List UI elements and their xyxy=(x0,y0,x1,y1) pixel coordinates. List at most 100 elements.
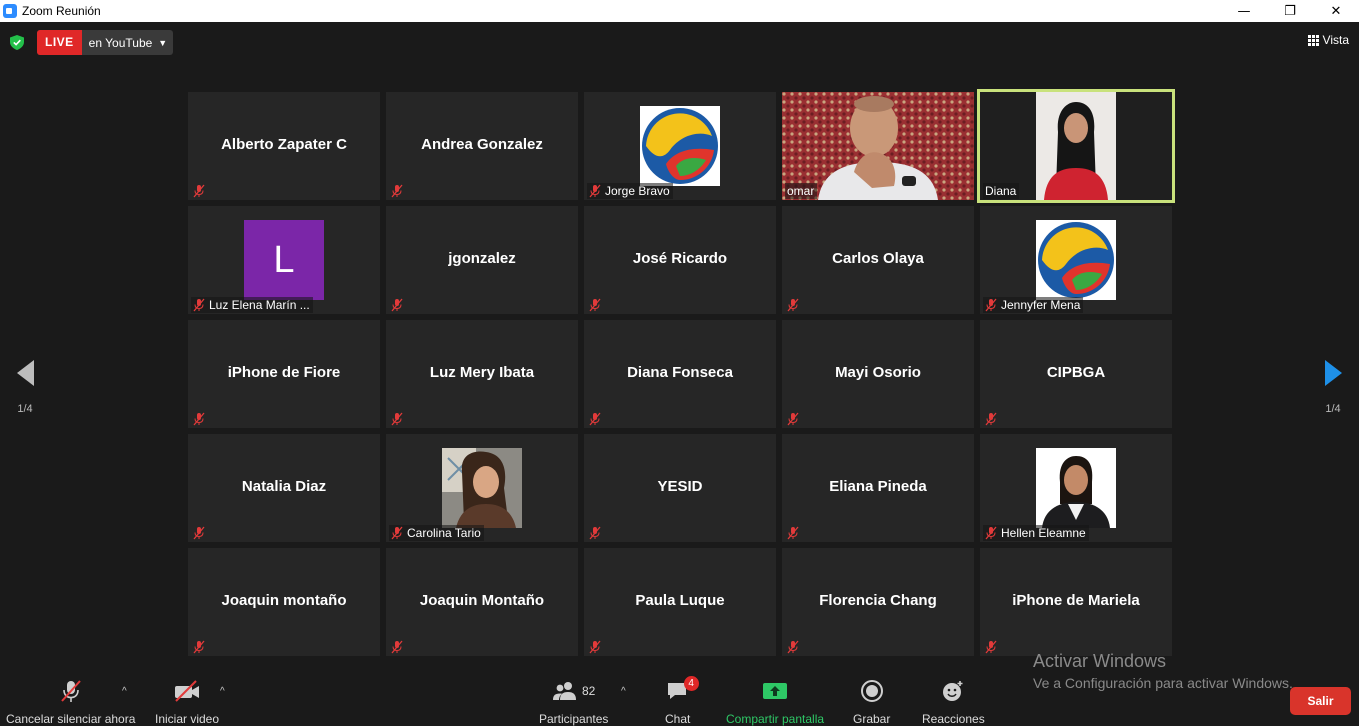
participant-tile[interactable]: YESID xyxy=(584,434,776,542)
mute-button[interactable]: Cancelar silenciar ahora xyxy=(6,678,135,726)
microphone-muted-icon xyxy=(58,678,84,704)
audio-options-caret-icon[interactable]: ^ xyxy=(122,686,127,697)
watermark-subtitle: Ve a Configuración para activar Windows. xyxy=(1033,675,1293,691)
participant-status xyxy=(983,639,1004,655)
participant-tile[interactable]: Joaquin Montaño xyxy=(386,548,578,656)
share-screen-button[interactable]: Compartir pantalla xyxy=(726,678,824,726)
participant-name: iPhone de Fiore xyxy=(227,364,341,381)
participant-status xyxy=(389,183,410,199)
participant-tile[interactable]: Alberto Zapater C xyxy=(188,92,380,200)
participant-tile[interactable]: Florencia Chang xyxy=(782,548,974,656)
microphone-muted-icon xyxy=(985,412,997,426)
microphone-muted-icon xyxy=(391,184,403,198)
participant-tile[interactable]: Joaquin montaño xyxy=(188,548,380,656)
participant-photo xyxy=(442,448,522,528)
participant-tile[interactable]: Diana Fonseca xyxy=(584,320,776,428)
page-indicator-left: 1/4 xyxy=(17,403,33,415)
participants-button[interactable]: 82 Participantes xyxy=(539,678,608,726)
microphone-muted-icon xyxy=(589,412,601,426)
participant-name: Mayi Osorio xyxy=(835,364,921,381)
microphone-muted-icon xyxy=(391,640,403,654)
participant-status xyxy=(587,297,608,313)
start-video-label: Iniciar video xyxy=(155,712,220,726)
microphone-muted-icon xyxy=(787,640,799,654)
microphone-muted-icon xyxy=(589,640,601,654)
participant-tile[interactable]: omar xyxy=(782,92,974,200)
record-label: Grabar xyxy=(853,712,891,726)
participant-tile[interactable]: Mayi Osorio xyxy=(782,320,974,428)
participant-photo xyxy=(1036,448,1116,528)
participant-tile[interactable]: L Luz Elena Marín ... xyxy=(188,206,380,314)
participant-name: YESID xyxy=(657,478,703,495)
participant-label-name: Jennyfer Mena xyxy=(1001,298,1081,312)
participant-tile[interactable]: Hellen Eleamne xyxy=(980,434,1172,542)
leave-meeting-button[interactable]: Salir xyxy=(1290,687,1351,715)
microphone-muted-icon xyxy=(193,640,205,654)
minimize-button[interactable]: — xyxy=(1221,0,1267,22)
windows-activation-watermark: Activar Windows Ve a Configuración para … xyxy=(1033,651,1293,691)
restore-button[interactable]: ❐ xyxy=(1267,0,1313,22)
shield-icon[interactable] xyxy=(10,35,24,50)
window-controls: — ❐ ✕ xyxy=(1221,0,1359,22)
participants-options-caret-icon[interactable]: ^ xyxy=(621,686,626,697)
participant-tile[interactable]: CIPBGA xyxy=(980,320,1172,428)
microphone-muted-icon xyxy=(985,640,997,654)
chat-button[interactable]: 4 Chat xyxy=(665,676,699,726)
participant-status xyxy=(785,411,806,427)
previous-page-button[interactable]: 1/4 xyxy=(10,360,40,415)
view-button[interactable]: Vista xyxy=(1307,33,1349,47)
participant-tile[interactable]: iPhone de Mariela xyxy=(980,548,1172,656)
participant-tile[interactable]: Carolina Tario xyxy=(386,434,578,542)
participant-label: Luz Elena Marín ... xyxy=(191,297,313,313)
participant-tile[interactable]: Luz Mery Ibata xyxy=(386,320,578,428)
participant-tile[interactable]: Jorge Bravo xyxy=(584,92,776,200)
participant-name: Carlos Olaya xyxy=(832,250,924,267)
participant-status xyxy=(587,525,608,541)
participant-status xyxy=(389,639,410,655)
microphone-muted-icon xyxy=(193,298,205,312)
participant-name: Joaquin Montaño xyxy=(419,592,545,609)
participant-status xyxy=(389,411,410,427)
avatar: L xyxy=(244,220,324,300)
record-button[interactable]: Grabar xyxy=(853,678,890,726)
chat-unread-badge: 4 xyxy=(683,676,699,691)
microphone-muted-icon xyxy=(589,526,601,540)
grid-icon xyxy=(1307,34,1319,46)
participant-status xyxy=(389,297,410,313)
participant-tile[interactable]: iPhone de Fiore xyxy=(188,320,380,428)
participant-tile[interactable]: Natalia Diaz xyxy=(188,434,380,542)
participant-tile[interactable]: Jennyfer Mena xyxy=(980,206,1172,314)
microphone-muted-icon xyxy=(193,526,205,540)
participant-tile[interactable]: Carlos Olaya xyxy=(782,206,974,314)
participant-name: Eliana Pineda xyxy=(829,478,927,495)
window-titlebar: Zoom Reunión — ❐ ✕ xyxy=(0,0,1359,22)
next-page-button[interactable]: 1/4 xyxy=(1318,360,1348,415)
participant-label-name: Luz Elena Marín ... xyxy=(209,298,310,312)
participant-tile[interactable]: Diana xyxy=(977,89,1175,203)
participant-label: Hellen Eleamne xyxy=(983,525,1089,541)
participant-tile[interactable]: Andrea Gonzalez xyxy=(386,92,578,200)
reactions-button[interactable]: Reacciones xyxy=(922,678,985,726)
participant-status xyxy=(785,639,806,655)
live-stream-button[interactable]: LIVE en YouTube ▼ xyxy=(37,30,174,55)
microphone-muted-icon xyxy=(391,526,403,540)
arrow-left-icon xyxy=(16,360,34,386)
microphone-muted-icon xyxy=(391,298,403,312)
participant-label: omar xyxy=(785,183,818,199)
participant-name: José Ricardo xyxy=(632,250,728,267)
participant-tile[interactable]: Paula Luque xyxy=(584,548,776,656)
video-options-caret-icon[interactable]: ^ xyxy=(220,686,225,697)
start-video-button[interactable]: Iniciar video xyxy=(155,678,219,726)
participant-name: Alberto Zapater C xyxy=(221,136,347,153)
participant-status xyxy=(191,639,212,655)
participant-logo-image xyxy=(640,106,720,186)
participant-tile[interactable]: Eliana Pineda xyxy=(782,434,974,542)
participant-label-name: Diana xyxy=(985,184,1017,198)
participant-tile[interactable]: jgonzalez xyxy=(386,206,578,314)
participant-name: Andrea Gonzalez xyxy=(421,136,543,153)
participant-logo-image xyxy=(1036,220,1116,300)
video-off-icon xyxy=(173,678,201,704)
close-window-button[interactable]: ✕ xyxy=(1313,0,1359,22)
participant-tile[interactable]: José Ricardo xyxy=(584,206,776,314)
share-screen-label: Compartir pantalla xyxy=(726,712,825,726)
